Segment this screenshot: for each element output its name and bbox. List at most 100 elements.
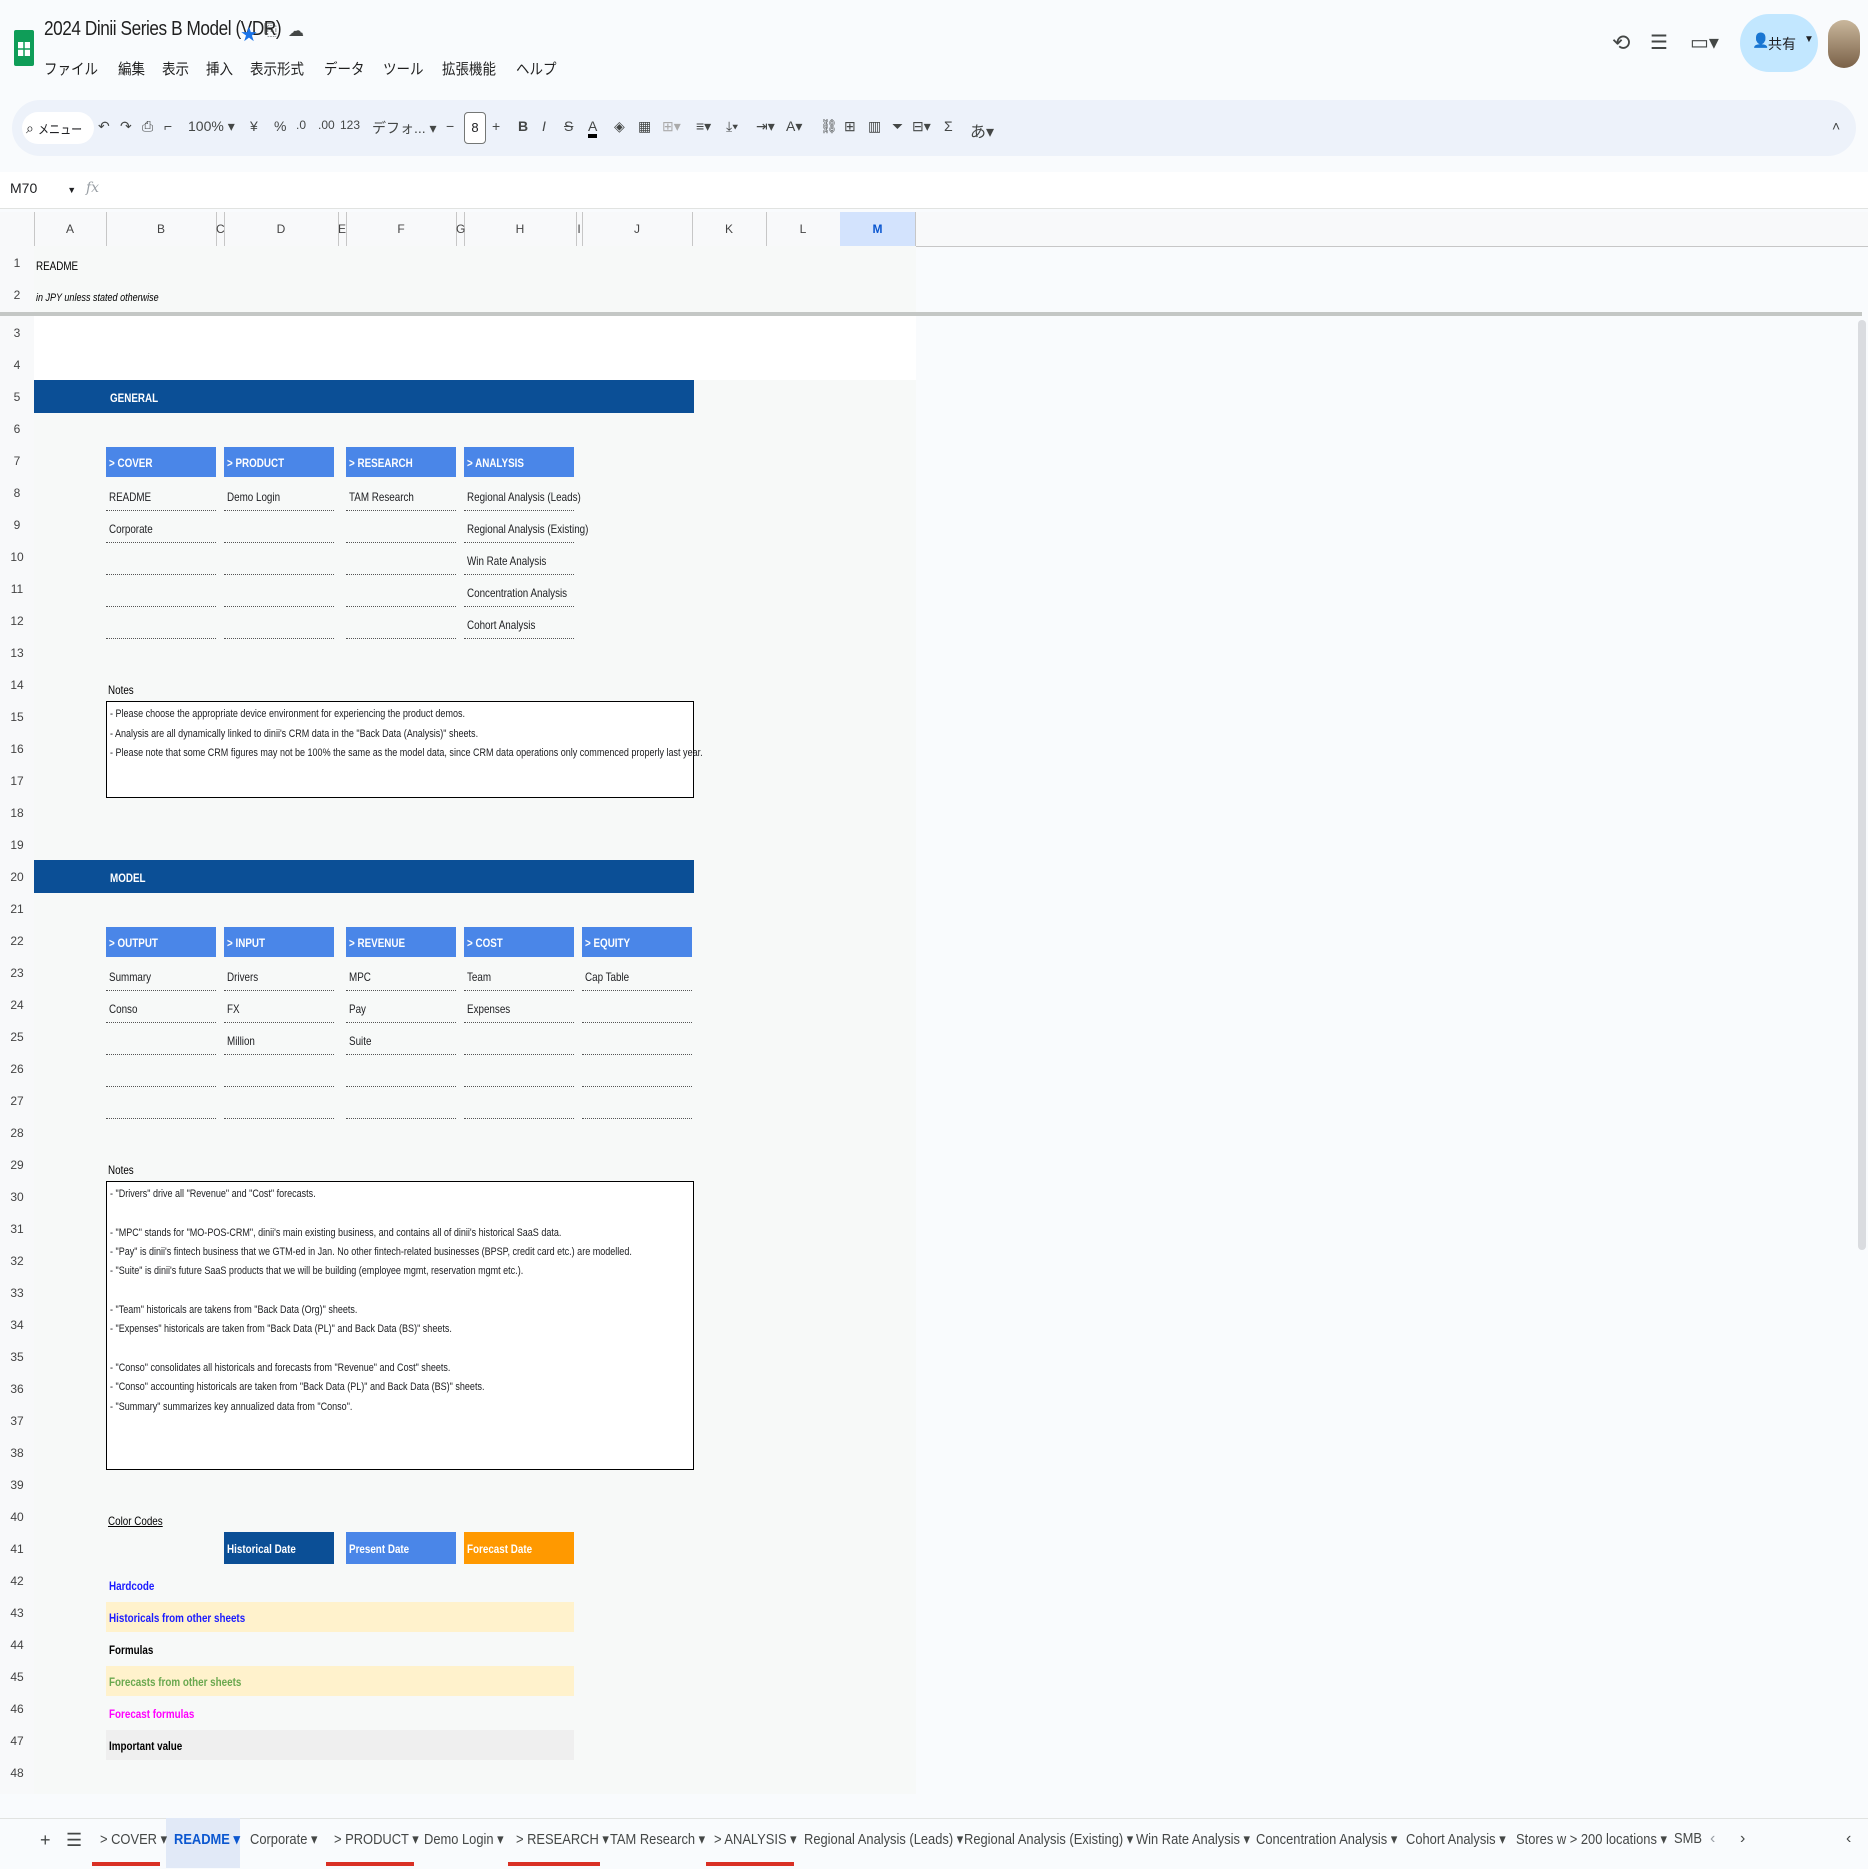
input-tools-button[interactable]: あ▾ [970,118,994,142]
undo-icon[interactable]: ↶ [98,118,110,135]
row-header-item[interactable]: 48 [0,1766,34,1780]
row-header-item[interactable]: 31 [0,1222,34,1236]
row-header-item[interactable]: 39 [0,1478,34,1492]
tab-regional-analysis-existing[interactable]: Regional Analysis (Existing) ▾ [964,1830,1133,1848]
tab-demo-login[interactable]: Demo Login ▾ [424,1830,504,1848]
avatar[interactable] [1828,20,1860,68]
link-empty[interactable] [582,992,692,1023]
move-folder-icon[interactable]: ⎘ [264,22,277,40]
row-header-item[interactable]: 21 [0,902,34,916]
link-readme[interactable]: README [106,480,216,511]
menu-data[interactable]: データ [324,58,365,79]
link-empty[interactable] [224,512,334,543]
select-all-corner[interactable] [0,212,35,246]
link-regional-analysis-leads[interactable]: Regional Analysis (Leads) [464,480,581,511]
insert-link-icon[interactable]: ⛓ [820,118,838,135]
column-header-f[interactable]: F [346,212,457,246]
row-header-item[interactable]: 17 [0,774,34,788]
zoom-select[interactable]: 100% ▾ [188,118,235,135]
link-team[interactable]: Team [464,960,574,991]
link-empty[interactable] [106,1056,216,1087]
link-empty[interactable] [582,1024,692,1055]
cell-a2[interactable]: in JPY unless stated otherwise [36,292,159,304]
all-sheets-icon[interactable]: ☰ [66,1830,82,1851]
row-header-item[interactable]: 28 [0,1126,34,1140]
scroll-tabs-right-icon[interactable]: › [1740,1830,1745,1848]
row-header-item[interactable]: 33 [0,1286,34,1300]
row-header-item[interactable]: 20 [0,870,34,884]
row-header-item[interactable]: 30 [0,1190,34,1204]
menu-help[interactable]: ヘルプ [516,58,557,79]
row-header-item[interactable]: 23 [0,966,34,980]
link-empty[interactable] [224,1056,334,1087]
link-empty[interactable] [106,1024,216,1055]
font-size-input[interactable]: 8 [464,112,486,144]
row-header-item[interactable]: 11 [0,582,34,596]
row-header-item[interactable]: 43 [0,1606,34,1620]
link-empty[interactable] [464,1088,574,1119]
tab-readme[interactable]: README ▾ [174,1830,240,1848]
tab-analysis[interactable]: > ANALYSIS ▾ [714,1830,797,1848]
redo-icon[interactable]: ↷ [120,118,132,135]
row-header-item[interactable]: 35 [0,1350,34,1364]
link-empty[interactable] [106,544,216,575]
meet-icon[interactable]: ▭▾ [1690,30,1719,55]
row-header-item[interactable]: 1 [0,256,34,270]
row-header-item[interactable]: 25 [0,1030,34,1044]
link-empty[interactable] [582,1056,692,1087]
row-header-item[interactable]: 7 [0,454,34,468]
link-million[interactable]: Million [224,1024,334,1055]
row-header-item[interactable]: 3 [0,326,34,340]
borders-icon[interactable]: ▦ [638,118,651,135]
insert-comment-icon[interactable]: ⊞ [844,118,856,135]
decrease-decimal-button[interactable]: .0 [296,118,306,132]
model-notes-box[interactable]: - "Drivers" drive all "Revenue" and "Cos… [106,1181,694,1470]
add-sheet-icon[interactable]: + [40,1830,51,1851]
print-icon[interactable]: ⎙ [142,118,153,135]
column-header-d[interactable]: D [224,212,339,246]
link-empty[interactable] [346,1056,456,1087]
tab-product[interactable]: > PRODUCT ▾ [334,1830,419,1848]
link-fx[interactable]: FX [224,992,334,1023]
column-header-l[interactable]: L [766,212,841,246]
fill-color-icon[interactable]: ◈ [614,118,625,135]
cell-a1[interactable]: README [36,259,78,273]
row-header-item[interactable]: 24 [0,998,34,1012]
link-demo-login[interactable]: Demo Login [224,480,334,511]
tab-stores-over-200[interactable]: Stores w > 200 locations ▾ [1516,1830,1667,1848]
row-header-item[interactable]: 15 [0,710,34,724]
row-header-item[interactable]: 22 [0,934,34,948]
link-empty[interactable] [346,1088,456,1119]
vertical-scrollbar[interactable] [1858,320,1866,1250]
tab-concentration-analysis[interactable]: Concentration Analysis ▾ [1256,1830,1397,1848]
row-header-item[interactable]: 27 [0,1094,34,1108]
filter-icon[interactable]: ⏷ [892,118,903,135]
side-panel-toggle-icon[interactable]: ‹ [1846,1830,1851,1848]
link-empty[interactable] [464,1024,574,1055]
name-box[interactable]: M70 ▼ [10,180,76,196]
column-header-a[interactable]: A [34,212,107,246]
text-wrap-icon[interactable]: ⇥▾ [756,118,775,135]
link-empty[interactable] [224,1088,334,1119]
link-empty[interactable] [346,512,456,543]
general-notes-box[interactable]: - Please choose the appropriate device e… [106,701,703,798]
currency-format-button[interactable]: ¥ [250,118,258,134]
row-header-item[interactable]: 46 [0,1702,34,1716]
row-header-item[interactable]: 38 [0,1446,34,1460]
link-empty[interactable] [224,544,334,575]
star-icon[interactable]: ★ [240,22,258,47]
row-header-item[interactable]: 44 [0,1638,34,1652]
menu-tools[interactable]: ツール [383,58,424,79]
row-header-item[interactable]: 36 [0,1382,34,1396]
row-header-item[interactable]: 32 [0,1254,34,1268]
tab-win-rate-analysis[interactable]: Win Rate Analysis ▾ [1136,1830,1250,1848]
link-cap-table[interactable]: Cap Table [582,960,692,991]
row-header-item[interactable]: 26 [0,1062,34,1076]
link-drivers[interactable]: Drivers [224,960,334,991]
row-header-item[interactable]: 42 [0,1574,34,1588]
history-icon[interactable]: ⟲ [1612,30,1630,56]
row-header-item[interactable]: 41 [0,1542,34,1556]
tab-regional-analysis-leads[interactable]: Regional Analysis (Leads) ▾ [804,1830,963,1848]
link-cohort-analysis[interactable]: Cohort Analysis [464,608,574,639]
row-header-item[interactable]: 29 [0,1158,34,1172]
